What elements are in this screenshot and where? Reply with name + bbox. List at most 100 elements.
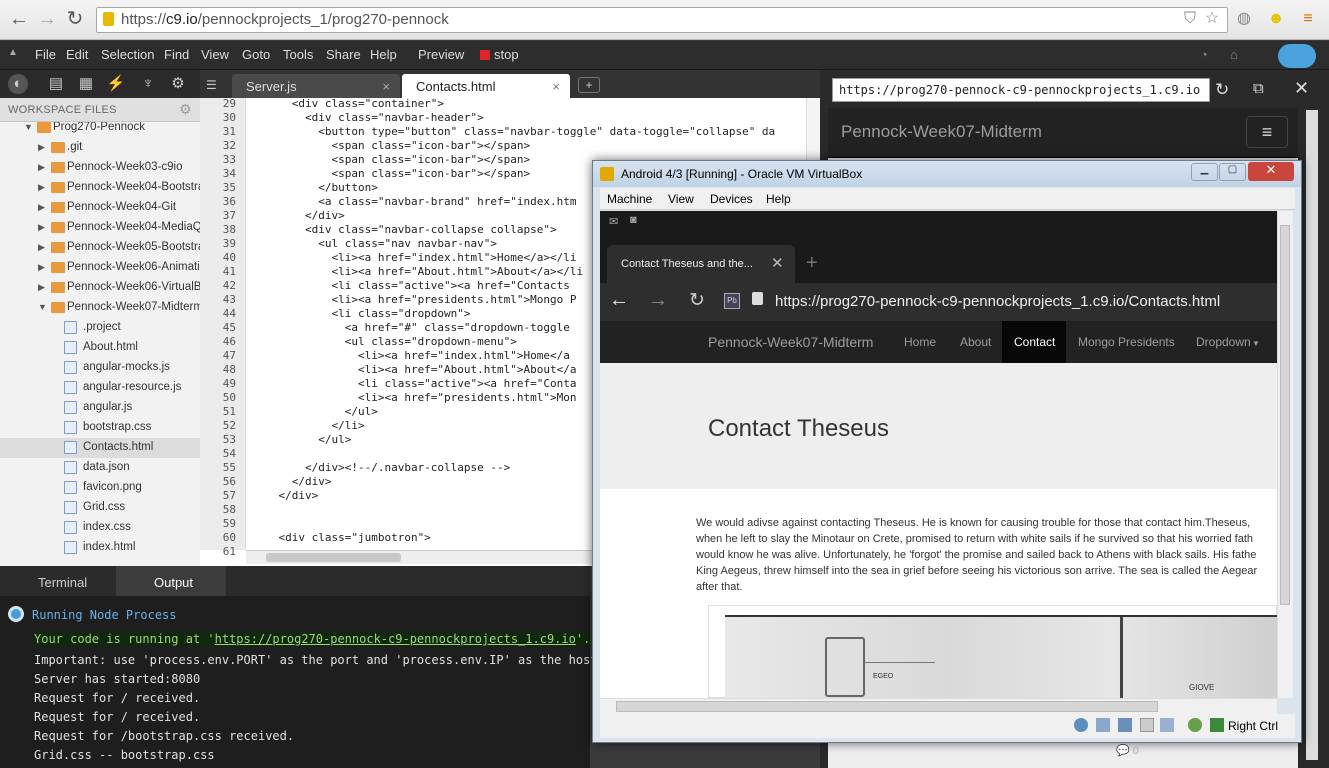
save-icon[interactable]: ▤ xyxy=(46,74,66,94)
menu-icon[interactable]: ≡ xyxy=(1298,9,1318,29)
hamburger-icon[interactable]: ≡ xyxy=(1246,116,1288,148)
code-line[interactable]: <a class="navbar-brand" href="index.htm xyxy=(252,195,576,208)
tab-output[interactable]: Output xyxy=(116,566,226,596)
file-item[interactable]: favicon.png xyxy=(0,478,200,498)
folder-item[interactable]: ▶ Pennock-Week03-c9io xyxy=(0,158,200,178)
menu-devices[interactable]: Devices xyxy=(710,192,753,206)
disk-icon[interactable] xyxy=(1074,718,1088,732)
file-item[interactable]: angular-resource.js xyxy=(0,378,200,398)
tab-server-js[interactable]: Server.js × xyxy=(232,74,400,98)
expand-arrow-icon[interactable]: ▼ xyxy=(24,122,33,132)
star-icon[interactable]: ☆ xyxy=(1202,9,1222,29)
file-item[interactable]: angular.js xyxy=(0,398,200,418)
reload-icon[interactable]: ↻ xyxy=(64,8,86,30)
menu-help[interactable]: Help xyxy=(766,192,791,206)
collapse-icon[interactable]: ▲ xyxy=(8,47,18,58)
extension-smiley-icon[interactable]: ☻ xyxy=(1266,9,1286,29)
expand-arrow-icon[interactable]: ▶ xyxy=(38,222,45,233)
code-line[interactable]: </ul> xyxy=(252,405,378,418)
menu-file[interactable]: File xyxy=(35,47,56,62)
expand-arrow-icon[interactable]: ▶ xyxy=(38,262,45,273)
menu-view[interactable]: View xyxy=(668,192,694,206)
file-item[interactable]: index.css xyxy=(0,518,200,538)
preview-scrollbar[interactable] xyxy=(1306,110,1318,760)
refresh-icon[interactable]: ↻ xyxy=(1215,80,1229,100)
code-line[interactable]: <div class="jumbotron"> xyxy=(252,531,430,544)
code-line[interactable]: <li><a href="presidents.html">Mongo P xyxy=(252,293,576,306)
folder-item[interactable]: ▶ Pennock-Week04-Bootstrap xyxy=(0,178,200,198)
code-line[interactable]: <span class="icon-bar"></span> xyxy=(252,153,530,166)
nav-dropdown[interactable]: Dropdown xyxy=(1196,335,1251,349)
back-icon[interactable]: ← xyxy=(8,8,30,30)
folder-item[interactable]: ▼ Pennock-Week07-Midterm xyxy=(0,298,200,318)
output-console[interactable]: Running Node Process Your code is runnin… xyxy=(0,596,612,768)
code-line[interactable]: <span class="icon-bar"></span> xyxy=(252,139,530,152)
menu-machine[interactable]: Machine xyxy=(607,192,652,206)
folder-item[interactable]: ▶ Pennock-Week06-Animation xyxy=(0,258,200,278)
app-url-link[interactable]: https://prog270-pennock-c9-pennockprojec… xyxy=(215,632,576,646)
nav-contact-active[interactable]: Contact xyxy=(1002,321,1066,363)
nav-about[interactable]: About xyxy=(960,335,991,349)
code-line[interactable]: </div><!--/.navbar-collapse --> xyxy=(252,461,510,474)
code-line[interactable]: <li class="dropdown"> xyxy=(252,307,470,320)
file-item[interactable]: .project xyxy=(0,318,200,338)
code-line[interactable]: <div class="navbar-header"> xyxy=(252,111,484,124)
network-icon[interactable] xyxy=(1118,718,1132,732)
display-icon[interactable] xyxy=(1160,718,1174,732)
menu-edit[interactable]: Edit xyxy=(66,47,88,62)
expand-arrow-icon[interactable]: ▶ xyxy=(38,202,45,213)
reload-icon[interactable]: ↻ xyxy=(689,289,705,312)
popout-icon[interactable]: ⧉ xyxy=(1253,80,1264,97)
android-url[interactable]: https://prog270-pennock-c9-pennockprojec… xyxy=(775,293,1220,310)
code-line[interactable]: <li><a href="About.html">About</a xyxy=(252,363,577,376)
close-tab-icon[interactable]: × xyxy=(382,79,390,94)
minimize-icon[interactable]: ▁ xyxy=(1191,163,1218,181)
forward-icon[interactable]: → xyxy=(648,289,668,312)
tab-contacts-html[interactable]: Contacts.html × xyxy=(402,74,570,98)
mouse-integration-icon[interactable] xyxy=(1188,718,1202,732)
file-item[interactable]: angular-mocks.js xyxy=(0,358,200,378)
c9-logo-icon[interactable] xyxy=(1278,44,1316,68)
code-line[interactable]: <li><a href="About.html">About</a></li xyxy=(252,265,583,278)
close-preview-icon[interactable]: ✕ xyxy=(1294,78,1309,99)
toggle-panel-icon[interactable]: ◐ xyxy=(8,74,28,94)
extension-icon[interactable]: ◍ xyxy=(1234,9,1254,29)
menu-selection[interactable]: Selection xyxy=(101,47,154,62)
code-line[interactable]: </div> xyxy=(252,489,318,502)
code-line[interactable]: <li class="active"><a href="Contacts xyxy=(252,279,569,292)
stop-icon[interactable] xyxy=(480,50,490,60)
maximize-icon[interactable]: ▢ xyxy=(1219,163,1246,181)
code-line[interactable]: <button type="button" class="navbar-togg… xyxy=(252,125,775,138)
expand-arrow-icon[interactable]: ▶ xyxy=(38,282,45,293)
site-brand[interactable]: Pennock-Week07-Midterm xyxy=(708,334,873,350)
tab-terminal[interactable]: Terminal xyxy=(0,566,116,596)
code-line[interactable]: <div class="container"> xyxy=(252,97,444,110)
folder-item[interactable]: ▶ Pennock-Week05-Bootstrap xyxy=(0,238,200,258)
close-tab-icon[interactable]: × xyxy=(552,79,560,94)
code-line[interactable]: <ul class="nav navbar-nav"> xyxy=(252,237,497,250)
code-line[interactable]: <li class="active"><a href="Conta xyxy=(252,377,577,390)
close-window-icon[interactable]: ✕ xyxy=(1248,162,1294,181)
expand-arrow-icon[interactable]: ▶ xyxy=(38,142,45,153)
menu-tools[interactable]: Tools xyxy=(283,47,313,62)
folder-item[interactable]: ▼ Prog270-Pennock xyxy=(0,122,200,138)
menu-view[interactable]: View xyxy=(201,47,229,62)
expand-arrow-icon[interactable]: ▶ xyxy=(38,242,45,253)
shield-icon[interactable]: ⛉ xyxy=(1180,9,1200,29)
expand-arrow-icon[interactable]: ▶ xyxy=(38,182,45,193)
address-bar[interactable]: https://c9.io/pennockprojects_1/prog270-… xyxy=(96,7,1228,33)
code-line[interactable]: </button> xyxy=(252,181,378,194)
optical-icon[interactable] xyxy=(1096,718,1110,732)
code-line[interactable]: </div> xyxy=(252,475,332,488)
nav-mongo-presidents[interactable]: Mongo Presidents xyxy=(1078,335,1175,349)
folder-item[interactable]: ▶ Pennock-Week04-MediaQue xyxy=(0,218,200,238)
file-item[interactable]: index.html xyxy=(0,538,200,558)
code-line[interactable]: <li><a href="index.html">Home</a></li xyxy=(252,251,576,264)
new-tab-button[interactable]: + xyxy=(578,77,600,93)
code-line[interactable]: <li><a href="presidents.html">Mon xyxy=(252,391,577,404)
new-tab-icon[interactable]: + xyxy=(806,252,818,275)
settings-gear-icon[interactable]: ⚙ xyxy=(168,74,188,94)
forward-icon[interactable]: → xyxy=(36,8,58,30)
code-line[interactable]: </li> xyxy=(252,419,364,432)
folder-item[interactable]: ▶ .git xyxy=(0,138,200,158)
